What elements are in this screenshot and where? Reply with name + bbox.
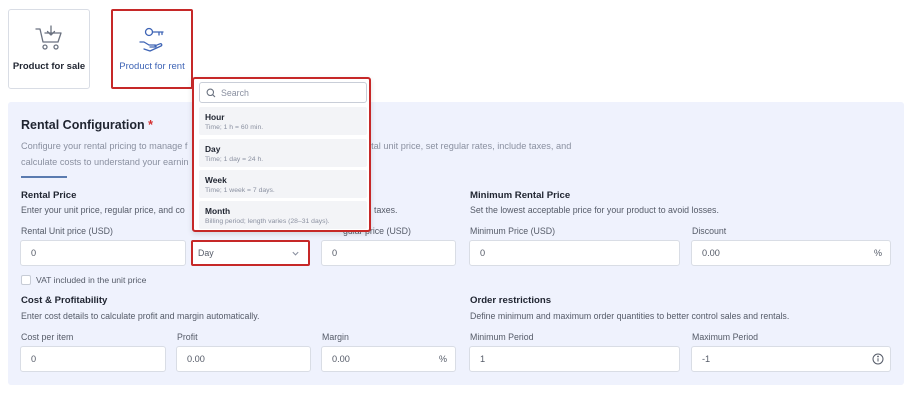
max-period-label: Maximum Period <box>692 332 758 342</box>
percent-suffix: % <box>873 248 882 258</box>
option-title: Hour <box>205 112 225 122</box>
chevron-down-icon <box>292 251 299 256</box>
section-title: Rental Configuration * <box>21 118 153 132</box>
option-description: Time; 1 week = 7 days. <box>205 187 275 194</box>
min-price-input[interactable]: 0 <box>469 240 680 266</box>
regular-price-input[interactable]: 0 <box>321 240 456 266</box>
max-period-value: -1 <box>702 354 711 364</box>
rental-unit-value: Day <box>198 248 214 258</box>
option-description: Time; 1 h = 60 min. <box>205 124 264 131</box>
dropdown-option-week[interactable]: Week Time; 1 week = 7 days. <box>199 170 367 198</box>
profit-input[interactable]: 0.00 <box>176 346 311 372</box>
option-title: Week <box>205 175 227 185</box>
vat-label: VAT included in the unit price <box>36 275 147 285</box>
description-fragment-1a: Configure your rental pricing to manage … <box>21 141 188 151</box>
option-title: Month <box>205 206 231 216</box>
product-for-rent-tile[interactable]: Product for rent <box>111 9 193 89</box>
rental-price-subtitle-tail: taxes. <box>374 205 398 215</box>
order-restrictions-title: Order restrictions <box>470 295 552 306</box>
cost-per-item-value: 0 <box>31 354 37 364</box>
discount-input[interactable]: 0.00 % <box>691 240 891 266</box>
percent-suffix: % <box>438 354 447 364</box>
dropdown-option-hour[interactable]: Hour Time; 1 h = 60 min. <box>199 107 367 135</box>
minimum-rental-title: Minimum Rental Price <box>470 190 571 201</box>
vat-checkbox-row[interactable]: VAT included in the unit price <box>21 275 146 285</box>
unit-price-label: Rental Unit price (USD) <box>21 226 113 236</box>
hand-key-icon <box>139 27 164 52</box>
rental-unit-select[interactable]: Day <box>191 240 310 266</box>
min-period-input[interactable]: 1 <box>469 346 680 372</box>
cost-per-item-label: Cost per item <box>21 332 74 342</box>
option-description: Billing period; length varies (28–31 day… <box>205 218 330 225</box>
min-price-label: Minimum Price (USD) <box>470 226 556 236</box>
min-period-label: Minimum Period <box>470 332 534 342</box>
required-mark: * <box>148 118 153 132</box>
vat-checkbox[interactable] <box>21 275 31 285</box>
minimum-rental-subtitle: Set the lowest acceptable price for your… <box>470 205 719 215</box>
dropdown-search-input[interactable]: Search <box>199 82 367 103</box>
search-icon <box>206 88 216 98</box>
discount-label: Discount <box>692 226 727 236</box>
cost-per-item-input[interactable]: 0 <box>20 346 166 372</box>
unit-price-input[interactable]: 0 <box>20 240 186 266</box>
product-for-sale-label: Product for sale <box>12 61 86 72</box>
unit-price-value: 0 <box>31 248 37 258</box>
cost-profitability-title: Cost & Profitability <box>21 295 108 306</box>
margin-value: 0.00 <box>332 354 350 364</box>
option-title: Day <box>205 144 221 154</box>
margin-label: Margin <box>322 332 349 342</box>
discount-value: 0.00 <box>702 248 720 258</box>
description-fragment-1b: ntal unit price, set regular rates, incl… <box>366 141 572 151</box>
option-description: Time; 1 day = 24 h. <box>205 156 264 163</box>
rental-price-title: Rental Price <box>21 190 77 201</box>
product-for-rent-label: Product for rent <box>119 61 185 72</box>
margin-input[interactable]: 0.00 % <box>321 346 456 372</box>
regular-price-value: 0 <box>332 248 338 258</box>
title-underline <box>21 176 67 178</box>
profit-label: Profit <box>177 332 198 342</box>
dropdown-option-day[interactable]: Day Time; 1 day = 24 h. <box>199 139 367 167</box>
cost-profitability-subtitle: Enter cost details to calculate profit a… <box>21 311 260 321</box>
profit-value: 0.00 <box>187 354 205 364</box>
max-period-input[interactable]: -1 <box>691 346 891 372</box>
shopping-cart-download-icon <box>35 25 62 50</box>
search-placeholder: Search <box>221 88 249 98</box>
rental-price-subtitle: Enter your unit price, regular price, an… <box>21 205 185 215</box>
order-restrictions-subtitle: Define minimum and maximum order quantit… <box>470 311 790 321</box>
rental-configuration-title: Rental Configuration <box>21 118 145 132</box>
dropdown-option-month[interactable]: Month Billing period; length varies (28–… <box>199 201 367 229</box>
info-icon[interactable] <box>872 353 884 365</box>
min-period-value: 1 <box>480 354 486 364</box>
rental-unit-dropdown: Search Hour Time; 1 h = 60 min. Day Time… <box>192 77 371 232</box>
min-price-value: 0 <box>480 248 486 258</box>
product-for-sale-tile[interactable]: Product for sale <box>8 9 90 89</box>
